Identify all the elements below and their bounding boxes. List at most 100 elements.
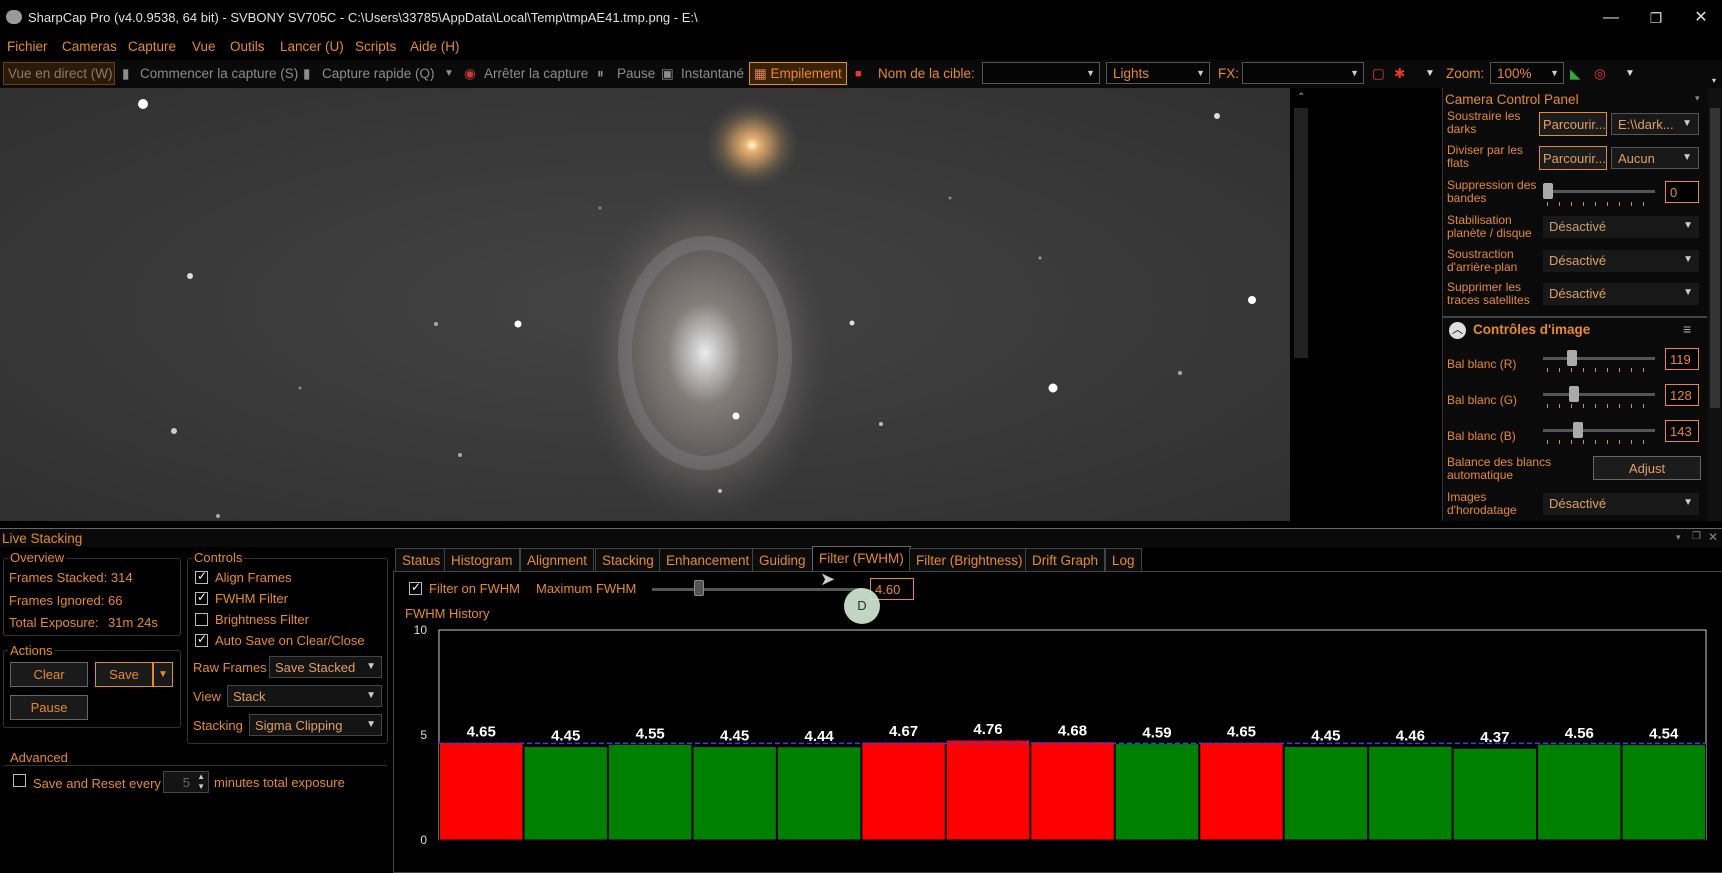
- menu-cameras[interactable]: Cameras: [62, 39, 117, 54]
- timestamp-select[interactable]: Désactivé ▼: [1543, 493, 1699, 515]
- darks-select[interactable]: E:\\dark... ▼: [1611, 113, 1699, 135]
- timestamp-label: Images d'horodatage: [1447, 490, 1517, 517]
- pause-button[interactable]: Pause: [617, 66, 655, 81]
- max-fwhm-slider-thumb[interactable]: [694, 580, 704, 596]
- satellite-select[interactable]: Désactivé ▼: [1543, 283, 1699, 305]
- dock-menu-icon[interactable]: ▾: [1676, 532, 1681, 543]
- tab-filter-brightness[interactable]: Filter (Brightness): [909, 548, 1030, 572]
- fwhm-filter-checkbox[interactable]: [195, 590, 208, 605]
- minutes-spinner[interactable]: 5 ▲ ▼: [163, 771, 209, 793]
- stop-capture-button[interactable]: Arrêter la capture: [484, 66, 588, 81]
- chevron-down-icon[interactable]: ▼: [444, 68, 454, 79]
- flats-select[interactable]: Aucun ▼: [1611, 147, 1699, 169]
- banding-slider-thumb[interactable]: [1543, 183, 1553, 199]
- restore-button[interactable]: ❐: [1633, 4, 1679, 32]
- wb-b-slider[interactable]: [1543, 429, 1655, 432]
- spinner-arrows-icon[interactable]: ▲ ▼: [197, 772, 205, 792]
- wb-g-slider[interactable]: [1543, 393, 1655, 396]
- tab-alignment[interactable]: Alignment: [520, 548, 595, 572]
- reticle-icon[interactable]: ✱: [1394, 66, 1405, 82]
- menu-vue[interactable]: Vue: [192, 39, 216, 54]
- save-reset-checkbox[interactable]: [13, 774, 26, 787]
- menu-fichier[interactable]: Fichier: [7, 39, 48, 54]
- camera-icon: ▮: [303, 66, 311, 81]
- zoom-select[interactable]: 100% ▼: [1490, 62, 1564, 84]
- close-panel-icon[interactable]: ✕: [1708, 530, 1718, 544]
- darks-browse-button[interactable]: Parcourir...: [1539, 112, 1607, 136]
- stacking-value: Sigma Clipping: [255, 718, 343, 733]
- view-select[interactable]: Stack ▼: [227, 685, 382, 707]
- tab-stacking[interactable]: Stacking: [595, 548, 661, 572]
- tab-status[interactable]: Status: [395, 548, 448, 572]
- banding-slider[interactable]: [1543, 190, 1655, 193]
- clear-button[interactable]: Clear: [10, 662, 88, 687]
- view-label: View: [193, 689, 221, 704]
- background-select[interactable]: Désactivé ▼: [1543, 250, 1699, 272]
- fx-select[interactable]: ▼: [1242, 62, 1364, 84]
- flats-browse-button[interactable]: Parcourir...: [1539, 146, 1607, 170]
- start-capture-button[interactable]: Commencer la capture (S): [140, 66, 298, 81]
- histogram-icon[interactable]: ◣: [1570, 66, 1580, 82]
- wb-r-slider[interactable]: [1543, 357, 1655, 360]
- stacking-button[interactable]: ▦ Empilement: [749, 62, 847, 85]
- image-view[interactable]: [0, 88, 1290, 521]
- restore-panel-icon[interactable]: ❐: [1692, 531, 1701, 542]
- tab-enhancement[interactable]: Enhancement: [659, 548, 757, 572]
- tab-guiding[interactable]: Guiding: [752, 548, 813, 572]
- raw-frames-value: Save Stacked: [275, 660, 356, 675]
- close-button[interactable]: ✕: [1678, 4, 1722, 32]
- stabilization-value: Désactivé: [1549, 219, 1607, 234]
- stacking-select[interactable]: Sigma Clipping ▼: [249, 714, 382, 736]
- wb-g-value[interactable]: 128: [1665, 384, 1699, 406]
- wb-g-slider-thumb[interactable]: [1569, 386, 1579, 402]
- image-scrollbar[interactable]: ⌃: [1290, 88, 1312, 521]
- filter-fwhm-checkbox[interactable]: [409, 580, 422, 595]
- fwhm-history-title: FWHM History: [405, 606, 490, 621]
- minimize-button[interactable]: —: [1588, 4, 1634, 32]
- live-view-button[interactable]: Vue en direct (W): [3, 62, 115, 85]
- tab-log[interactable]: Log: [1105, 548, 1142, 572]
- hamburger-icon[interactable]: ≡: [1683, 321, 1691, 337]
- stabilization-select[interactable]: Désactivé ▼: [1543, 216, 1699, 238]
- wb-b-value[interactable]: 143: [1665, 420, 1699, 442]
- brightness-filter-checkbox[interactable]: [195, 613, 208, 626]
- record-icon: ■: [855, 68, 862, 80]
- roi-icon[interactable]: ▢: [1372, 66, 1385, 82]
- menu-scripts[interactable]: Scripts: [355, 39, 396, 54]
- magnifier-icon[interactable]: ◎: [1594, 66, 1606, 82]
- target-name-input[interactable]: ▼: [982, 62, 1100, 84]
- scroll-up-icon[interactable]: ⌃: [1297, 92, 1305, 103]
- align-frames-checkbox[interactable]: [195, 569, 208, 584]
- banding-value[interactable]: 0: [1665, 181, 1699, 203]
- menu-aide[interactable]: Aide (H): [410, 39, 460, 54]
- frame-type-select[interactable]: Lights ▼: [1106, 62, 1210, 84]
- tab-histogram[interactable]: Histogram: [444, 548, 520, 572]
- auto-save-checkbox[interactable]: [195, 632, 208, 647]
- flats-value: Aucun: [1618, 151, 1655, 166]
- save-button[interactable]: Save: [95, 662, 153, 687]
- panel-menu-icon[interactable]: ▾: [1695, 93, 1700, 104]
- menu-lancer[interactable]: Lancer (U): [280, 39, 344, 54]
- wb-r-slider-thumb[interactable]: [1567, 350, 1577, 366]
- overflow-icon[interactable]: ▾: [1712, 76, 1716, 85]
- chevron-down-icon[interactable]: ▼: [1425, 68, 1435, 79]
- wb-b-slider-thumb[interactable]: [1573, 422, 1583, 438]
- chevron-down-icon[interactable]: ▼: [1625, 68, 1635, 79]
- save-dropdown-button[interactable]: ▼: [153, 662, 173, 687]
- pause-stack-button[interactable]: Pause: [10, 695, 88, 720]
- snapshot-button[interactable]: Instantané: [681, 66, 744, 81]
- wb-r-value[interactable]: 119: [1665, 348, 1699, 370]
- filter-fwhm-label: Filter on FWHM: [429, 581, 520, 596]
- menu-outils[interactable]: Outils: [230, 39, 265, 54]
- frames-stacked: Frames Stacked: 314: [9, 570, 133, 585]
- tab-drift-graph[interactable]: Drift Graph: [1025, 548, 1106, 572]
- panel-scrollbar-thumb[interactable]: [1710, 108, 1720, 408]
- panel-scrollbar[interactable]: [1708, 88, 1722, 521]
- scrollbar-thumb[interactable]: [1294, 108, 1308, 358]
- quick-capture-button[interactable]: Capture rapide (Q): [322, 66, 435, 81]
- save-reset-label: Save and Reset every: [33, 776, 161, 791]
- auto-wb-adjust-button[interactable]: Adjust: [1593, 456, 1701, 480]
- menu-capture[interactable]: Capture: [128, 39, 176, 54]
- collapse-icon[interactable]: ︿: [1449, 322, 1466, 339]
- raw-frames-select[interactable]: Save Stacked ▼: [269, 656, 382, 678]
